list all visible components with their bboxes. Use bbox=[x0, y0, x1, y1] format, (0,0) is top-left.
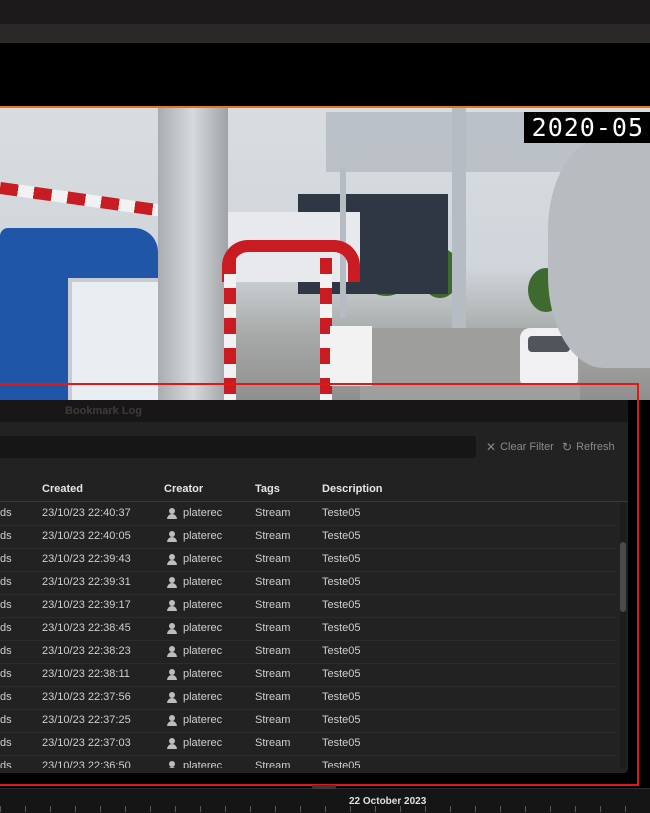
timeline-ticks bbox=[0, 806, 650, 812]
camera-dome-housing bbox=[548, 138, 650, 368]
boom-barrier bbox=[0, 182, 176, 219]
video-timestamp-overlay: 2020-05 bbox=[523, 112, 650, 143]
highlight-outline bbox=[0, 383, 639, 786]
panel-resize-handle[interactable] bbox=[312, 785, 336, 789]
gantry-pole bbox=[452, 108, 466, 358]
lane-sign bbox=[330, 326, 372, 386]
concrete-pillar bbox=[158, 108, 228, 400]
lane-arch bbox=[222, 240, 360, 282]
top-toolbar bbox=[0, 0, 650, 25]
toll-booth-window bbox=[68, 278, 162, 400]
camera-video-view[interactable] bbox=[0, 108, 650, 400]
video-letterbox bbox=[0, 43, 650, 107]
lane-post bbox=[224, 258, 236, 400]
sub-toolbar bbox=[0, 25, 650, 43]
